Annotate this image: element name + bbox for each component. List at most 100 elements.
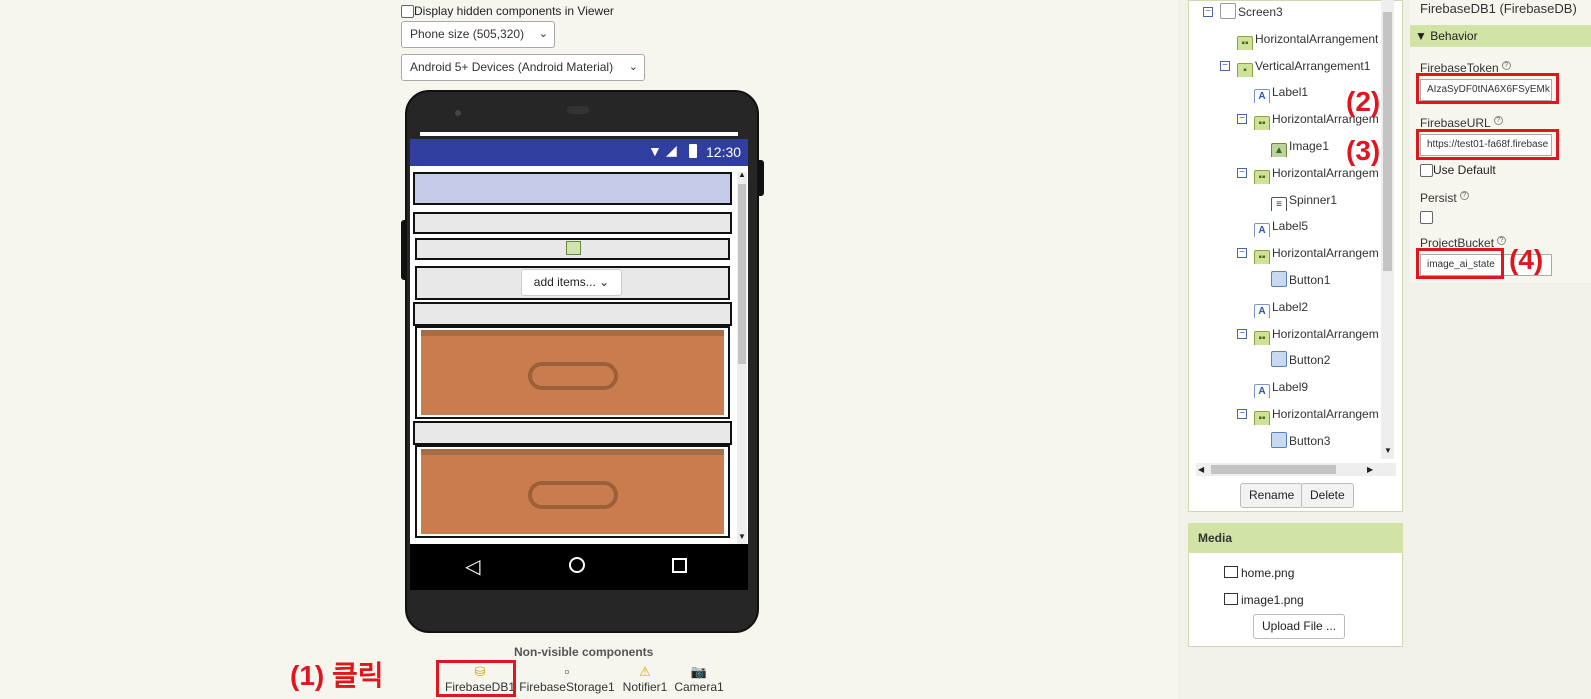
tree-item[interactable]: ▪▪ HorizontalArrangem [1254, 403, 1379, 425]
use-default-label: Use Default [1433, 163, 1496, 177]
media-file-name: image1.png [1241, 593, 1304, 607]
media-file-home[interactable]: home.png [1224, 566, 1294, 580]
warning-icon: ⚠ [639, 664, 651, 679]
delete-button[interactable]: Delete [1301, 483, 1354, 508]
tree-item[interactable]: A Label1 [1254, 81, 1309, 104]
phone-size-select[interactable]: Phone size (505,320) ⌄ [401, 21, 555, 48]
tree-item[interactable]: ▪▪ HorizontalArrangem [1254, 323, 1379, 345]
help-icon[interactable]: ? [1459, 191, 1469, 200]
theme-value: Android 5+ Devices (Android Material) [410, 60, 614, 74]
help-icon[interactable]: ? [1497, 236, 1507, 245]
persist-checkbox[interactable] [1420, 211, 1433, 224]
scroll-left-arrow-icon[interactable]: ◀ [1198, 463, 1204, 476]
use-default-checkbox[interactable] [1420, 164, 1433, 178]
phone-camera [567, 106, 589, 114]
tree-item[interactable]: Button1 [1271, 269, 1330, 291]
help-icon[interactable]: ? [1501, 61, 1511, 70]
media-file-name: home.png [1241, 566, 1295, 580]
rename-button[interactable]: Rename [1240, 483, 1304, 508]
tree-item[interactable]: A Label2 [1254, 296, 1308, 318]
viewer-scrollbar[interactable]: ▲ ▼ [737, 170, 747, 544]
properties-component-title: FirebaseDB1 (FirebaseDB) [1420, 1, 1577, 16]
tree-item[interactable]: Screen3 [1220, 1, 1283, 23]
display-hidden-label: Display hidden components in Viewer [414, 4, 614, 18]
tree-scroll-thumb[interactable] [1383, 12, 1392, 271]
behavior-section-header[interactable]: ▼ Behavior [1410, 25, 1591, 47]
recents-icon[interactable] [672, 558, 687, 573]
tree-hscroll-thumb[interactable] [1211, 465, 1336, 474]
scroll-up-arrow-icon[interactable]: ▲ [738, 170, 746, 179]
button1-drawer-image[interactable] [421, 330, 724, 415]
navigation-bar: ◁ [410, 544, 748, 590]
behavior-section-title: Behavior [1430, 29, 1478, 43]
label-block[interactable] [413, 212, 732, 234]
tree-item[interactable]: A Label9 [1254, 376, 1308, 399]
button2-drawer-image[interactable] [421, 449, 724, 534]
tree-item[interactable]: ▲ Image1 [1271, 135, 1329, 157]
title-label-block[interactable] [413, 172, 732, 205]
tree-item[interactable]: ▪▪ HorizontalArrangem [1254, 242, 1379, 265]
label5-block[interactable] [413, 302, 732, 326]
tree-item-label: VerticalArrangement1 [1255, 58, 1371, 73]
tree-item[interactable]: ▪ VerticalArrangement1 [1237, 55, 1370, 77]
tree-collapse-toggle-icon[interactable]: − [1237, 114, 1247, 125]
display-hidden-checkbox[interactable] [401, 5, 414, 19]
image-arrangement[interactable] [415, 238, 730, 260]
help-icon[interactable]: ? [1493, 116, 1503, 125]
button-icon [1271, 351, 1287, 368]
label2-block[interactable] [413, 421, 732, 445]
drawer-handle-icon [527, 361, 618, 390]
nonvisible-firebasestorage[interactable]: ▫ FirebaseStorage1 [519, 664, 615, 694]
status-bar: ▼ ◢ 12:30 [410, 139, 748, 166]
vertical-arrangement-icon: ▪ [1237, 62, 1253, 77]
tree-collapse-toggle-icon[interactable]: − [1237, 167, 1247, 178]
media-file-image1[interactable]: image1.png [1224, 593, 1304, 607]
annotation-step3: (3) [1346, 135, 1381, 166]
tree-collapse-toggle-icon[interactable]: − [1203, 7, 1213, 17]
tree-item-label: Image1 [1289, 139, 1330, 153]
viewer-scroll-thumb[interactable] [738, 184, 746, 364]
scroll-down-arrow-icon[interactable]: ▼ [1384, 446, 1392, 455]
label-icon: A [1254, 384, 1270, 399]
nonvisible-label: Notifier1 [622, 680, 668, 694]
nonvisible-camera[interactable]: 📷 Camera1 [673, 664, 725, 694]
annotation-box-bucket [1416, 248, 1504, 279]
button-icon [1271, 271, 1287, 287]
tree-hscrollbar[interactable]: ◀ ▶ [1196, 463, 1396, 476]
spinner-dropdown[interactable]: add items... ⌄ [521, 269, 622, 296]
tree-collapse-toggle-icon[interactable]: − [1237, 328, 1247, 339]
spinner-text: add items... [533, 275, 596, 289]
tree-collapse-toggle-icon[interactable]: − [1220, 60, 1230, 71]
display-hidden-row[interactable]: Display hidden components in Viewer [401, 3, 614, 19]
tree-item-label: Label1 [1272, 85, 1309, 100]
nonvisible-notifier[interactable]: ⚠ Notifier1 [619, 664, 671, 694]
button2-arrangement[interactable] [415, 445, 730, 538]
use-default-row[interactable]: Use Default [1420, 163, 1496, 178]
scroll-right-arrow-icon[interactable]: ▶ [1367, 463, 1373, 476]
tree-collapse-toggle-icon[interactable]: − [1237, 248, 1247, 259]
annotation-step2: (2) [1346, 86, 1381, 117]
tree-item[interactable]: ≡ Spinner1 [1271, 189, 1337, 211]
tree-item-label: HorizontalArrangem [1272, 407, 1379, 421]
back-icon[interactable]: ◁ [465, 554, 480, 579]
image-icon: ▲ [1271, 143, 1287, 157]
theme-select[interactable]: Android 5+ Devices (Android Material) ⌄ [401, 54, 645, 81]
button1-arrangement[interactable] [415, 326, 730, 419]
tree-item-label: HorizontalArrangem [1272, 246, 1379, 261]
tree-vscrollbar[interactable]: ▼ [1381, 0, 1394, 459]
tree-collapse-toggle-icon[interactable]: − [1237, 409, 1247, 419]
phone-size-value: Phone size (505,320) [410, 27, 525, 41]
firebase-url-label: FirebaseURL? [1420, 116, 1503, 130]
upload-file-button[interactable]: Upload File ... [1253, 614, 1346, 639]
scroll-down-arrow-icon[interactable]: ▼ [738, 532, 746, 541]
horizontal-arrangement-icon: ▪▪ [1254, 116, 1270, 131]
tree-item[interactable]: A Label5 [1254, 215, 1308, 238]
tree-item[interactable]: Button3 [1271, 430, 1330, 452]
media-header: Media [1188, 523, 1403, 553]
tree-item[interactable]: Button2 [1271, 349, 1330, 371]
home-icon[interactable] [569, 557, 585, 573]
collapse-triangle-icon: ▼ [1415, 29, 1427, 43]
tree-item[interactable]: ▪▪ HorizontalArrangement [1237, 28, 1378, 50]
spinner-arrangement[interactable]: add items... ⌄ [415, 266, 730, 300]
button-icon [1271, 431, 1287, 448]
